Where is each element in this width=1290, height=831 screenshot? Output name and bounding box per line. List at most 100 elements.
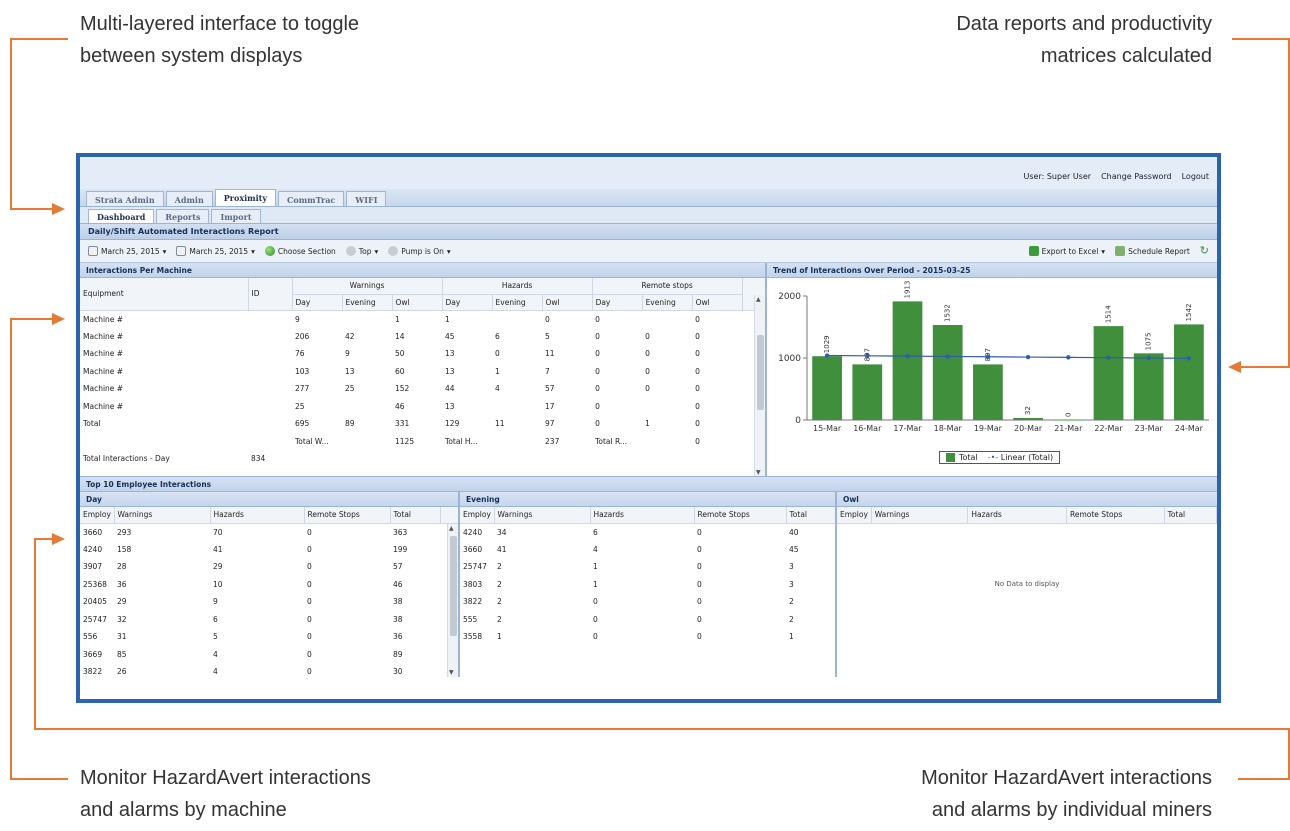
employee-row[interactable]: 555 2 0 0 2 [460,611,835,629]
col-employee[interactable]: Employ [837,507,872,524]
employee-row[interactable]: 25368 36 10 0 46 [80,576,458,594]
tab-commtrac[interactable]: CommTrac [278,191,345,206]
employee-row[interactable]: 3907 28 29 0 57 [80,558,458,576]
col-id[interactable]: ID [248,278,293,311]
col-evening[interactable]: Evening [492,294,543,311]
data-label: 1532 [944,304,952,322]
table-cell: 0 [695,436,700,446]
trend-point [824,353,830,358]
top-dropdown[interactable]: Top ▾ [345,246,378,256]
machine-row[interactable]: Machine # 206 42 14 45 6 5 0 0 0 [80,328,765,346]
table-cell: 46 [395,401,405,411]
scroll-up-icon[interactable]: ▲ [756,296,761,303]
col-employee[interactable]: Employ [460,507,495,524]
col-owl[interactable]: Owl [692,294,743,311]
table-cell: 0 [593,632,598,642]
employee-row[interactable]: 4240 158 41 0 199 [80,541,458,559]
employee-row[interactable]: 3822 26 4 0 30 [80,663,458,677]
machine-row[interactable]: Machine # 9 1 1 0 0 0 [80,310,765,328]
employee-row[interactable]: 3803 2 1 0 3 [460,576,835,594]
col-evening[interactable]: Evening [642,294,693,311]
tab-reports[interactable]: Reports [156,209,210,223]
col-owl[interactable]: Owl [542,294,593,311]
tab-import[interactable]: Import [211,209,261,223]
refresh-button[interactable]: ↻ [1200,245,1209,256]
scroll-thumb[interactable] [757,335,764,410]
employee-row[interactable]: 25747 32 6 0 38 [80,611,458,629]
table-cell: 1 [445,314,450,324]
tab-proximity[interactable]: Proximity [214,189,277,206]
change-password-link[interactable]: Change Password [1101,172,1172,181]
col-owl[interactable]: Owl [392,294,443,311]
tab-wifi[interactable]: WIFI [346,191,387,206]
machine-row[interactable]: Machine # 103 13 60 13 1 7 0 0 0 [80,363,765,381]
employee-row[interactable]: 20405 29 9 0 38 [80,593,458,611]
col-warnings[interactable]: Warnings [114,507,211,524]
machine-panel-title: Interactions Per Machine [80,263,765,278]
machine-row[interactable]: Total 695 89 331 129 11 97 0 1 0 [80,415,765,433]
col-remote-stops[interactable]: Remote Stops [1066,507,1165,524]
col-day[interactable]: Day [442,294,493,311]
machine-scrollbar[interactable]: ▲ ▼ [754,295,765,476]
report-toolbar: March 25, 2015 ▾ March 25, 2015 ▾ Choose S… [80,240,1217,263]
employee-row[interactable]: 3558 1 0 0 1 [460,628,835,646]
col-hazards[interactable]: Hazards [967,507,1067,524]
schedule-report-button[interactable]: Schedule Report [1115,246,1190,256]
scroll-down-icon[interactable]: ▼ [449,669,454,676]
table-cell: Total R... [595,436,628,446]
col-equipment[interactable]: Equipment [80,278,249,311]
day-scrollbar[interactable]: ▲ ▼ [447,524,458,677]
employee-row[interactable]: 3822 2 0 0 2 [460,593,835,611]
table-cell: 0 [307,649,312,659]
employee-row[interactable]: 25747 2 1 0 3 [460,558,835,576]
col-total[interactable]: Total [390,507,441,524]
table-cell: 158 [117,544,132,554]
pump-dropdown[interactable]: Pump is On ▾ [388,246,451,256]
col-total[interactable]: Total [786,507,835,524]
col-total[interactable]: Total [1164,507,1217,524]
col-warnings[interactable]: Warnings [494,507,591,524]
tab-dashboard[interactable]: Dashboard [88,209,155,223]
machine-row[interactable]: Machine # 25 46 13 17 0 0 [80,398,765,416]
employee-row[interactable]: 556 31 5 0 36 [80,628,458,646]
table-cell: 4240 [463,527,483,537]
col-employee[interactable]: Employ [80,507,115,524]
choose-section-button[interactable]: Choose Section [264,246,336,256]
col-warnings[interactable]: Warnings [871,507,969,524]
col-evening[interactable]: Evening [342,294,393,311]
col-remote-stops[interactable]: Remote Stops [694,507,787,524]
table-cell: 0 [595,366,600,376]
employee-row[interactable]: 4240 34 6 0 40 [460,523,835,541]
employee-row[interactable]: 3660 41 4 0 45 [460,541,835,559]
table-cell: 0 [695,401,700,411]
col-hazards[interactable]: Hazards [210,507,305,524]
tab-strata-admin[interactable]: Strata Admin [86,191,164,206]
machine-row[interactable]: Machine # 76 9 50 13 0 11 0 0 0 [80,345,765,363]
scroll-down-icon[interactable]: ▼ [756,469,761,476]
table-cell: 42 [345,331,355,341]
employee-row[interactable]: 3660 293 70 0 363 [80,523,458,541]
col-day[interactable]: Day [292,294,343,311]
table-cell [492,310,542,328]
table-cell: 25747 [463,562,487,572]
table-cell: 0 [495,349,500,359]
employee-row[interactable]: 3669 85 4 0 89 [80,646,458,664]
machine-row[interactable]: Machine #277 25 152 44 4 57 0 0 0 [80,380,765,398]
machine-panel: Interactions Per Machine Equipment ID Wa… [80,263,767,476]
col-hazards[interactable]: Hazards [590,507,695,524]
date-from-picker[interactable]: March 25, 2015 ▾ [88,246,166,256]
col-day[interactable]: Day [592,294,643,311]
machine-row[interactable]: Total Interactions - Day 834 [80,450,765,468]
export-excel-button[interactable]: Export to Excel ▾ [1028,246,1105,256]
scroll-thumb[interactable] [450,536,457,636]
chart-bar [932,325,963,420]
col-remote-stops[interactable]: Remote Stops [304,507,391,524]
logout-link[interactable]: Logout [1182,172,1209,181]
chart-bar [1093,326,1124,420]
machine-row[interactable]: Total W... 1125 Total H... 237 Total R... 0 [80,433,765,451]
scroll-up-icon[interactable]: ▲ [449,525,454,532]
table-cell: 363 [393,527,408,537]
date-to-picker[interactable]: March 25, 2015 ▾ [176,246,255,256]
tab-admin[interactable]: Admin [165,191,213,206]
trend-point [1106,355,1111,360]
